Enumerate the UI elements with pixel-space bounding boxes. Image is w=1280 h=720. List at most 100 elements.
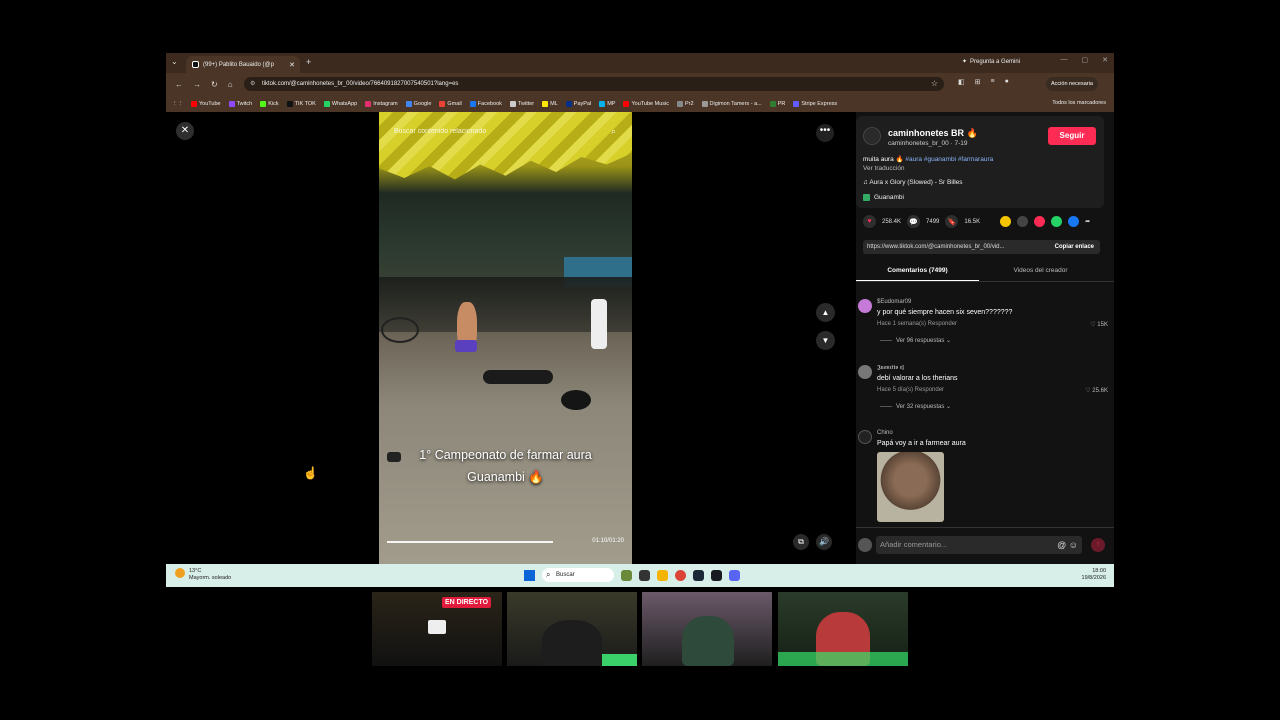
search-icon[interactable]: ⌕	[611, 126, 616, 137]
back-icon[interactable]: ←	[175, 80, 183, 89]
all-bookmarks-button[interactable]: Todos los marcadores	[1052, 100, 1106, 106]
bookmark-item[interactable]: ML	[542, 100, 558, 107]
reload-icon[interactable]: ↻	[211, 80, 218, 89]
comment-like-button[interactable]: ♡ 25.6K	[1085, 387, 1108, 394]
bookmark-item[interactable]: Pr2	[676, 100, 694, 107]
video-search-text[interactable]: Buscar contenido relacionado	[394, 128, 486, 135]
author-name[interactable]: caminhonetes BR 🔥	[888, 128, 978, 139]
tab-list-icon[interactable]: ⌄	[171, 57, 178, 66]
bookmark-item[interactable]: Digimon Tamers - a...	[701, 100, 762, 107]
bookmark-item[interactable]: Kick	[260, 100, 279, 107]
volume-button[interactable]: 🔊	[816, 534, 832, 550]
comment-avatar[interactable]	[858, 430, 872, 444]
comment-user[interactable]: $Eudomar09	[877, 299, 911, 305]
close-window-icon[interactable]: ✕	[1102, 56, 1108, 64]
media-icon[interactable]: ≡	[991, 78, 995, 86]
maximize-icon[interactable]: ▢	[1082, 56, 1089, 64]
new-tab-button[interactable]: +	[306, 57, 311, 67]
bookmark-item[interactable]: Twitter	[509, 100, 534, 107]
comment-user[interactable]: 𝕵𝖚𝖆𝖓𝖈𝖎𝖙𝖔 𝖊𝖏	[877, 365, 904, 372]
translate-icon[interactable]: ⊞	[975, 78, 981, 86]
mention-emoji-icons[interactable]: @ ☺	[1057, 536, 1078, 554]
tab-creator-videos[interactable]: Videos del creador	[979, 267, 1102, 274]
bookmark-item[interactable]: Gmail	[439, 100, 462, 107]
music-link[interactable]: ♫ Aura x Glory (Slowed) - Sr Billes	[863, 179, 963, 186]
comment-input[interactable]: Añadir comentario... @ ☺	[876, 536, 1082, 554]
bookmark-item[interactable]: Google	[405, 100, 432, 107]
system-clock[interactable]: 18:00 19/8/2026	[1082, 568, 1106, 582]
comment-meta[interactable]: Hace 5 día(s) Responder	[877, 387, 944, 393]
profile-icon[interactable]: ●	[1005, 78, 1009, 86]
bookmark-item[interactable]: PR	[769, 100, 785, 107]
bookmark-item[interactable]: PayPal	[565, 100, 591, 107]
comment-image[interactable]	[877, 452, 944, 522]
bookmark-star-icon[interactable]: ☆	[931, 77, 938, 91]
gemini-button[interactable]: ✦ Pregunta a Gemini	[962, 58, 1020, 66]
send-to-friends-icon[interactable]	[1034, 216, 1046, 227]
bookmark-item[interactable]: Stripe Express	[793, 100, 837, 107]
comment-icon[interactable]: 💬	[907, 215, 921, 228]
forward-icon[interactable]: →	[193, 80, 201, 89]
comment-meta[interactable]: Hace 1 semana(s) Responder	[877, 321, 957, 327]
follow-button[interactable]: Seguir	[1048, 127, 1096, 145]
apps-icon[interactable]: ⋮⋮	[172, 101, 183, 107]
bookmark-item[interactable]: Instagram	[365, 100, 398, 107]
location-tag[interactable]: Guanambi	[863, 194, 904, 201]
home-icon[interactable]: ⌂	[228, 80, 233, 89]
see-translation-link[interactable]: Ver traducción	[863, 165, 905, 172]
pip-button[interactable]: ⧉	[793, 534, 809, 550]
more-share-icon[interactable]: ➦	[1085, 218, 1090, 225]
post-comment-button[interactable]: ↑	[1091, 538, 1105, 552]
bookmark-item[interactable]: TIK TOK	[286, 100, 316, 107]
discord-icon[interactable]	[729, 569, 740, 581]
address-bar[interactable]: ⚙ tiktok.com/@caminhonetes_br_00/video/7…	[244, 77, 944, 91]
windows-start-icon[interactable]	[524, 569, 535, 581]
like-icon[interactable]: ♥	[863, 215, 876, 228]
bookmark-item[interactable]: YouTube Music	[623, 100, 669, 107]
bookmark-icon[interactable]: 🔖	[945, 215, 959, 228]
bookmark-label: Google	[413, 100, 432, 107]
bookmark-item[interactable]: MP	[599, 100, 615, 107]
facebook-share-icon[interactable]	[1068, 216, 1080, 227]
embed-icon[interactable]	[1017, 216, 1029, 227]
author-handle[interactable]: caminhonetes_br_00 · 7-19	[888, 140, 968, 147]
app-icon[interactable]	[693, 569, 704, 581]
comment-like-button[interactable]: ♡ 15K	[1090, 321, 1108, 328]
widgets-icon[interactable]	[621, 569, 632, 581]
more-options-button[interactable]: •••	[816, 124, 834, 142]
close-video-button[interactable]: ✕	[176, 122, 194, 140]
close-tab-icon[interactable]: ✕	[289, 61, 295, 69]
view-replies-button[interactable]: Ver 96 respuestas ⌄	[880, 337, 951, 344]
steam-icon[interactable]	[711, 569, 722, 581]
taskbar-search[interactable]: Buscar	[542, 568, 614, 582]
bookmark-item[interactable]: YouTube	[191, 100, 221, 107]
extensions-icon[interactable]: ◧	[958, 78, 965, 86]
bookmark-item[interactable]: Facebook	[469, 100, 502, 107]
video-player[interactable]: Buscar contenido relacionado ⌕ 1° Campeo…	[379, 112, 632, 564]
chrome-icon[interactable]	[675, 569, 686, 581]
copy-link-button[interactable]: Copiar enlace	[1055, 240, 1094, 254]
comment-avatar[interactable]	[858, 365, 872, 379]
view-replies-button[interactable]: Ver 32 respuestas ⌄	[880, 403, 951, 410]
share-emoji-icon[interactable]	[1000, 216, 1012, 227]
comment-avatar[interactable]	[858, 299, 872, 313]
author-avatar[interactable]	[863, 127, 881, 145]
bookmark-item[interactable]: Twitch	[228, 100, 252, 107]
tab-comments[interactable]: Comentarios (7499)	[856, 267, 979, 274]
bookmark-item[interactable]: WhatsApp	[323, 100, 357, 107]
video-progress-bar[interactable]	[387, 541, 553, 543]
action-needed-button[interactable]: Acción necesaria	[1046, 77, 1098, 91]
site-info-icon[interactable]: ⚙	[250, 77, 255, 91]
comment-user[interactable]: Chino	[877, 430, 893, 436]
file-explorer-icon[interactable]	[657, 569, 668, 581]
minimize-icon[interactable]: —	[1061, 56, 1068, 64]
video-link-url[interactable]: https://www.tiktok.com/@caminhonetes_br_…	[867, 244, 1004, 250]
browser-tab-active[interactable]: (99+) Pablito Bauaido (@p ✕	[186, 56, 300, 73]
next-video-button[interactable]: ▼	[816, 331, 835, 350]
task-view-icon[interactable]	[639, 569, 650, 581]
description-hashtags[interactable]: #aura #guanambi #farmaraura	[905, 156, 993, 163]
weather-widget[interactable]: 13°C Mayorm. soleado	[175, 568, 231, 582]
whatsapp-share-icon[interactable]	[1051, 216, 1063, 227]
windows-taskbar: 13°C Mayorm. soleado Buscar 18:00 19/8/2…	[166, 564, 1114, 587]
previous-video-button[interactable]: ▲	[816, 303, 835, 322]
